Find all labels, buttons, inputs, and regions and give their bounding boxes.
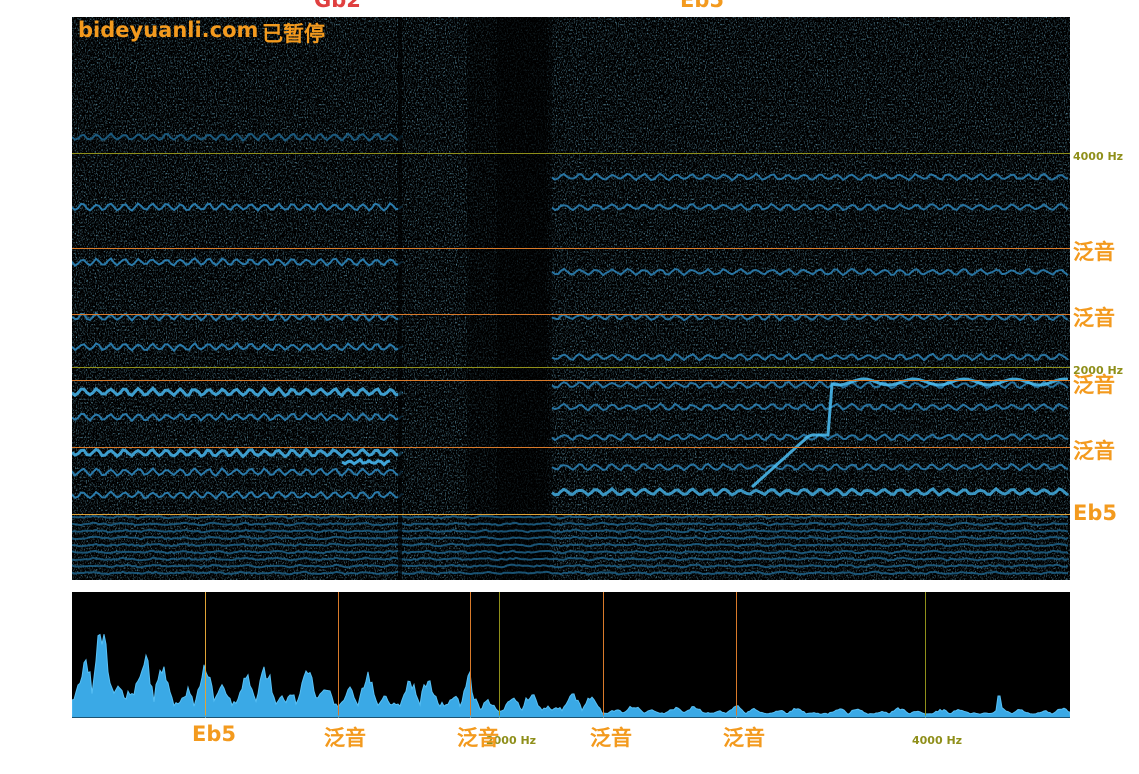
spectrum-canvas	[72, 592, 1070, 718]
harmonic-label-3: 泛音	[1073, 373, 1115, 397]
spectrum-freq-label-4000: 4000 Hz	[912, 734, 963, 747]
spectrum-fundamental-label: Eb5	[192, 722, 236, 746]
top-note-right: Eb5	[680, 0, 724, 12]
freq-label-4000-right: 4000 Hz	[1073, 150, 1124, 163]
harmonic-label-1: 泛音	[1073, 240, 1115, 264]
spectrogram-canvas	[72, 17, 1070, 580]
top-note-left: Gb2	[314, 0, 361, 12]
harmonic-label-2: 泛音	[1073, 306, 1115, 330]
onset-gap	[398, 17, 402, 580]
harmonic-label-4: 泛音	[1073, 439, 1115, 463]
spectrum-harmonic-label-1: 泛音	[324, 726, 366, 750]
site-watermark: bideyuanli.com	[78, 18, 259, 42]
spectrum-harmonic-label-4: 泛音	[723, 726, 765, 750]
status-text: 已暂停	[262, 22, 325, 46]
spectrogram-panel[interactable]	[72, 17, 1070, 580]
spectrogram-noise	[72, 17, 1070, 580]
spectrum-harmonic-label-2: 泛音	[457, 726, 499, 750]
fundamental-label: Eb5	[1073, 501, 1117, 525]
spectrum-harmonic-label-3: 泛音	[590, 726, 632, 750]
audio-analyzer-view: Gb2 Eb5 bideyuanli.com 已暂停 4000 Hz 2000 …	[0, 0, 1139, 774]
spectrum-panel[interactable]	[72, 592, 1070, 718]
